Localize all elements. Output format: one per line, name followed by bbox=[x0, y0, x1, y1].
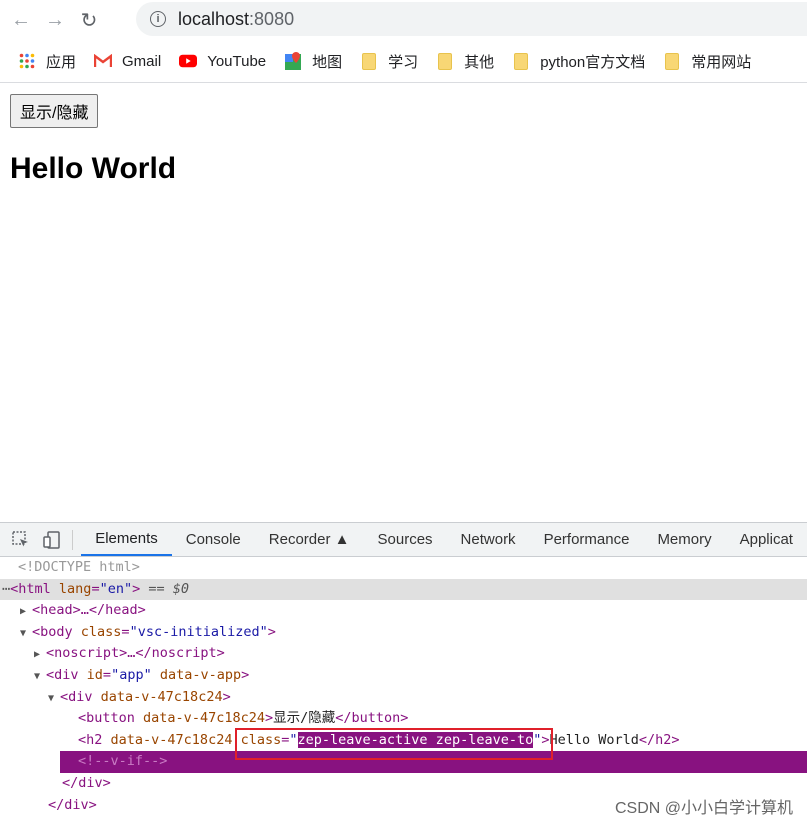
bookmarks-bar: 应用 Gmail YouTube 地图 学习 其他 python官方文档 常用网… bbox=[0, 40, 807, 83]
bookmark-folder-other[interactable]: 其他 bbox=[436, 51, 494, 72]
folder-icon bbox=[360, 52, 378, 70]
flask-icon: ▲ bbox=[334, 531, 350, 548]
collapse-arrow-icon[interactable]: ▼ bbox=[20, 623, 32, 645]
bookmark-label: 地图 bbox=[312, 53, 343, 71]
tab-performance[interactable]: Performance bbox=[530, 523, 644, 556]
bookmark-maps[interactable]: 地图 bbox=[284, 51, 342, 72]
attr-value: "app" bbox=[111, 666, 152, 683]
maps-icon bbox=[284, 52, 302, 70]
node-text: Hello World bbox=[549, 731, 639, 748]
tab-memory[interactable]: Memory bbox=[643, 523, 725, 556]
folder-icon bbox=[663, 52, 681, 70]
reload-icon[interactable]: ↻ bbox=[76, 7, 102, 33]
device-toolbar-icon[interactable] bbox=[41, 529, 62, 551]
tag-close: > bbox=[132, 580, 141, 597]
selected-node-marker: == $0 bbox=[140, 580, 190, 597]
bookmark-gmail[interactable]: Gmail bbox=[94, 52, 161, 70]
devtools-panel: Elements Console Recorder ▲ Sources Netw… bbox=[0, 522, 807, 824]
page-content: 显示/隐藏 Hello World bbox=[0, 83, 807, 539]
h2-tag: <h2 bbox=[78, 731, 103, 748]
apps-grid-icon bbox=[18, 52, 36, 70]
folder-icon bbox=[436, 52, 454, 70]
inspect-element-icon[interactable] bbox=[10, 529, 31, 551]
toggle-button[interactable]: 显示/隐藏 bbox=[10, 94, 99, 128]
dom-node-div-app[interactable]: ▼ <div id="app" data-v-app> bbox=[0, 665, 807, 687]
attr-value: "en" bbox=[99, 580, 133, 597]
h2-close-tag: </h2> bbox=[638, 731, 680, 748]
toolbar-divider bbox=[72, 529, 74, 550]
browser-toolbar: ← → ↻ i localhost:8080 bbox=[0, 0, 807, 40]
head-tag: <head>…</head> bbox=[32, 602, 146, 619]
bookmark-youtube[interactable]: YouTube bbox=[179, 52, 266, 70]
div-tag: <div bbox=[60, 688, 93, 705]
devtools-tabbar: Elements Console Recorder ▲ Sources Netw… bbox=[0, 523, 807, 557]
bookmark-folder-python[interactable]: python官方文档 bbox=[512, 51, 645, 72]
dom-node-head[interactable]: ▶ <head>…</head> bbox=[0, 600, 807, 622]
dom-node-html[interactable]: ⋯<html lang="en"> == $0 bbox=[0, 578, 807, 601]
tab-recorder-label: Recorder bbox=[268, 531, 331, 548]
div-close-tag: </div> bbox=[62, 774, 111, 791]
attr-name: data-v-app bbox=[159, 666, 242, 683]
attr-name: class bbox=[80, 623, 122, 640]
dom-node-doctype[interactable]: <!DOCTYPE html> bbox=[0, 557, 807, 579]
button-close-tag: </button> bbox=[335, 710, 409, 727]
collapse-arrow-icon[interactable]: ▼ bbox=[34, 666, 46, 688]
tab-recorder[interactable]: Recorder ▲ bbox=[255, 523, 364, 556]
bookmark-label: python官方文档 bbox=[540, 53, 646, 71]
expand-arrow-icon[interactable]: ▶ bbox=[20, 601, 32, 623]
doctype-text: <!DOCTYPE html> bbox=[18, 559, 140, 575]
attr-name: id bbox=[86, 666, 103, 683]
forward-icon[interactable]: → bbox=[42, 7, 68, 33]
bookmark-folder-common[interactable]: 常用网站 bbox=[663, 51, 751, 72]
bookmark-label: 常用网站 bbox=[691, 53, 752, 71]
node-menu-icon[interactable]: ⋯ bbox=[2, 581, 10, 597]
body-tag: <body bbox=[32, 623, 73, 640]
attr-value: "vsc-initialized" bbox=[129, 623, 268, 640]
tab-network[interactable]: Network bbox=[447, 523, 530, 556]
button-tag: <button bbox=[78, 710, 135, 727]
attr-name: lang bbox=[58, 580, 92, 597]
bookmark-label: Gmail bbox=[122, 52, 162, 70]
tab-elements[interactable]: Elements bbox=[81, 523, 172, 556]
tab-console[interactable]: Console bbox=[172, 523, 255, 556]
red-annotation-box bbox=[235, 728, 553, 760]
youtube-icon bbox=[179, 52, 198, 70]
bookmark-label: 其他 bbox=[464, 53, 495, 71]
noscript-tag: <noscript>…</noscript> bbox=[46, 645, 225, 662]
expand-arrow-icon[interactable]: ▶ bbox=[34, 644, 46, 666]
tab-application[interactable]: Applicat bbox=[726, 523, 807, 556]
dom-node-body[interactable]: ▼ <body class="vsc-initialized"> bbox=[0, 622, 807, 644]
url-text[interactable]: localhost:8080 bbox=[178, 9, 294, 30]
attr-name: data-v-47c18c24 bbox=[100, 688, 223, 705]
dom-node-div-close[interactable]: </div> bbox=[0, 773, 807, 795]
folder-icon bbox=[512, 52, 530, 70]
back-icon[interactable]: ← bbox=[8, 7, 34, 33]
div-close-tag: </div> bbox=[48, 796, 97, 813]
attr-name: data-v-47c18c24 bbox=[143, 710, 265, 727]
bookmark-label: 学习 bbox=[388, 53, 419, 71]
div-tag: <div bbox=[46, 666, 79, 683]
attr-name: data-v-47c18c24 bbox=[110, 731, 233, 748]
dom-node-button[interactable]: <button data-v-47c18c24>显示/隐藏</button> bbox=[0, 708, 807, 730]
collapse-arrow-icon[interactable]: ▼ bbox=[48, 688, 60, 710]
dom-tree: <!DOCTYPE html> ⋯<html lang="en"> == $0 … bbox=[0, 557, 807, 816]
html-tag: <html bbox=[10, 580, 51, 597]
node-text: 显示/隐藏 bbox=[273, 710, 336, 727]
bookmark-label: YouTube bbox=[207, 52, 267, 70]
dom-node-div-scoped[interactable]: ▼ <div data-v-47c18c24> bbox=[0, 687, 807, 709]
dom-node-noscript[interactable]: ▶ <noscript>…</noscript> bbox=[0, 643, 807, 665]
watermark: CSDN @小小白学计算机 bbox=[614, 800, 793, 817]
hello-heading: Hello World bbox=[10, 152, 177, 185]
bookmark-folder-study[interactable]: 学习 bbox=[360, 51, 418, 72]
comment-node: <!--v-if--> bbox=[78, 753, 168, 770]
tab-sources[interactable]: Sources bbox=[364, 523, 447, 556]
site-info-icon[interactable]: i bbox=[150, 11, 166, 27]
bookmark-apps[interactable]: 应用 bbox=[18, 51, 76, 72]
address-bar[interactable]: i localhost:8080 bbox=[136, 2, 807, 36]
bookmark-label: 应用 bbox=[46, 53, 77, 71]
gmail-icon bbox=[94, 52, 113, 70]
